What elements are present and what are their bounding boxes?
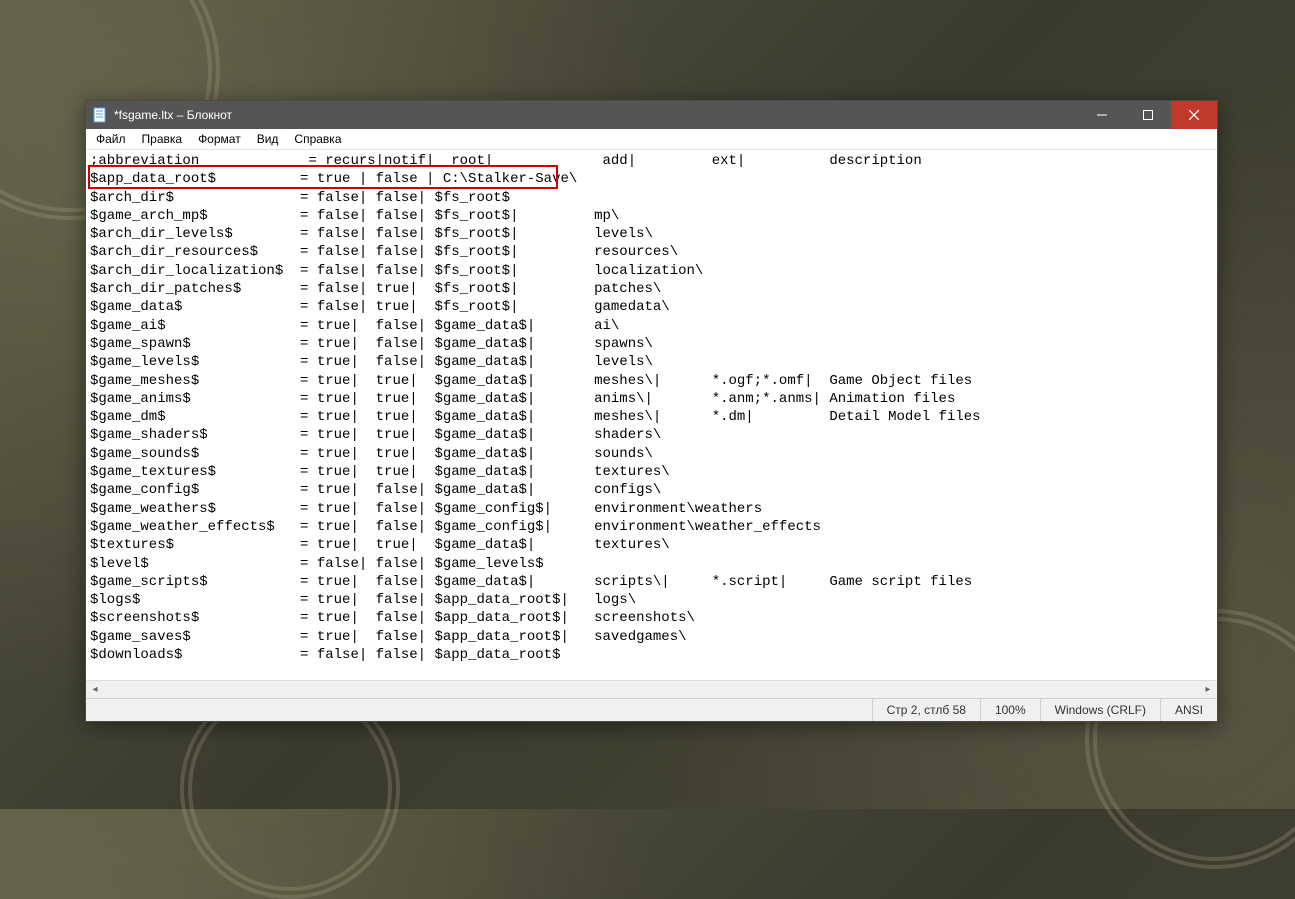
menu-view[interactable]: Вид [249,130,287,148]
menubar: Файл Правка Формат Вид Справка [86,129,1217,150]
menu-help[interactable]: Справка [286,130,349,148]
scroll-left-icon[interactable]: ◂ [86,681,104,699]
editor-area[interactable]: ;abbreviation = recurs|notif| root| add|… [86,150,1217,698]
maximize-button[interactable] [1125,101,1171,129]
menu-edit[interactable]: Правка [134,130,191,148]
status-position: Стр 2, стлб 58 [872,699,980,721]
notepad-window: *fsgame.ltx – Блокнот Файл Правка Формат… [85,100,1218,722]
horizontal-scrollbar[interactable]: ◂ ▸ [86,680,1217,698]
notepad-icon [92,107,108,123]
status-zoom[interactable]: 100% [980,699,1040,721]
status-spacer [86,699,872,721]
close-button[interactable] [1171,101,1217,129]
menu-format[interactable]: Формат [190,130,249,148]
scroll-right-icon[interactable]: ▸ [1199,681,1217,699]
titlebar[interactable]: *fsgame.ltx – Блокнот [86,101,1217,129]
window-title: *fsgame.ltx – Блокнот [114,108,232,122]
text-content[interactable]: ;abbreviation = recurs|notif| root| add|… [86,150,1217,680]
status-line-ending: Windows (CRLF) [1040,699,1160,721]
minimize-button[interactable] [1079,101,1125,129]
status-encoding: ANSI [1160,699,1217,721]
statusbar: Стр 2, стлб 58 100% Windows (CRLF) ANSI [86,698,1217,721]
scroll-track[interactable] [104,681,1199,698]
menu-file[interactable]: Файл [88,130,134,148]
